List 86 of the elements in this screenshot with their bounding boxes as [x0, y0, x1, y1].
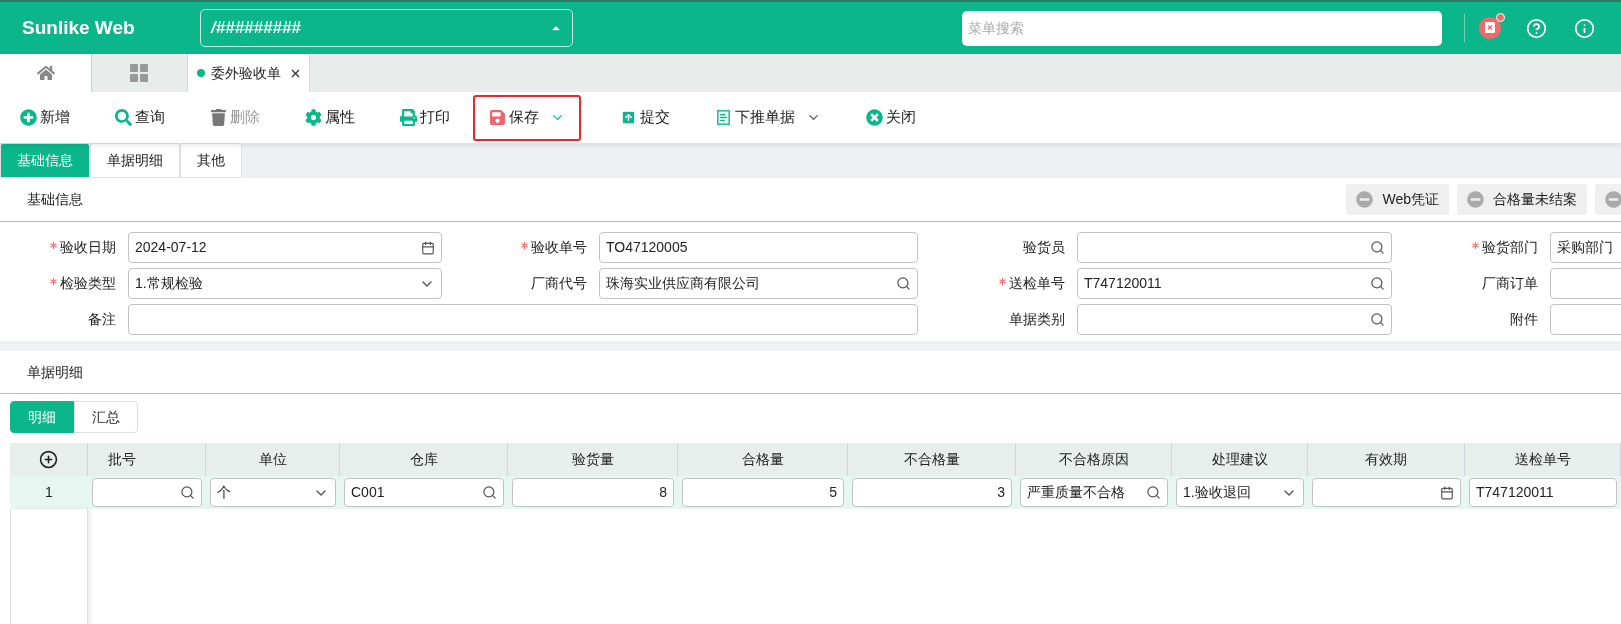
input-field[interactable]: 3	[852, 478, 1012, 507]
calendar-icon	[421, 240, 435, 255]
date-field[interactable]	[1312, 478, 1461, 507]
trash-icon	[210, 109, 227, 126]
column-header: 有效期	[1365, 450, 1407, 469]
toolbar-button[interactable]: 查询	[109, 94, 171, 141]
date-field[interactable]: 2024-07-12	[128, 232, 442, 263]
column-header: 单位	[258, 450, 287, 469]
document-tab[interactable]: 委外验收单	[187, 54, 310, 92]
status-button[interactable]: Web凭证	[1346, 184, 1449, 215]
input-field[interactable]: T747120011	[1077, 268, 1392, 299]
input-field[interactable]: 采购部门	[1550, 232, 1621, 263]
column-header: 批号	[108, 450, 136, 469]
field-label: 单据类别	[1009, 310, 1065, 329]
input-field[interactable]	[1077, 232, 1392, 263]
input-field[interactable]	[1077, 304, 1392, 335]
form-tab[interactable]: 其他	[180, 143, 242, 178]
toolbar-button[interactable]: 保存	[473, 94, 581, 141]
toolbar-button[interactable]: 新增	[14, 94, 76, 141]
toolbar-button[interactable]: 属性	[299, 94, 361, 141]
input-field[interactable]: 严重质量不合格	[1020, 478, 1168, 507]
input-field[interactable]: C001	[344, 478, 504, 507]
toolbar-button[interactable]: 下推单据	[709, 94, 827, 141]
close-icon	[866, 109, 883, 126]
input-field[interactable]: 珠海实业供应商有限公司	[599, 268, 918, 299]
column-header: 处理建议	[1211, 450, 1268, 469]
detail-tab[interactable]: 汇总	[74, 401, 138, 433]
calendar-icon	[1440, 485, 1454, 500]
section-title: 基础信息	[27, 190, 83, 209]
input-field[interactable]: 5	[682, 478, 844, 507]
document-icon	[715, 109, 732, 126]
add-row-icon[interactable]	[39, 450, 58, 469]
column-header: 仓库	[409, 450, 438, 469]
select-field[interactable]: 1.常规检验	[128, 268, 442, 299]
close-icon[interactable]	[291, 68, 300, 78]
tab-label: 委外验收单	[211, 63, 281, 83]
field-label: 备注	[88, 310, 116, 329]
section-title: 单据明细	[27, 362, 83, 382]
input-field[interactable]: 8	[512, 478, 674, 507]
field-label: 附件	[1510, 310, 1538, 329]
home-tab[interactable]	[0, 54, 92, 92]
toolbar-button[interactable]: 打印	[394, 94, 456, 141]
search-icon	[482, 485, 497, 500]
column-header: 验货量	[571, 450, 614, 469]
search-icon	[1370, 240, 1385, 255]
field-label: 检验类型	[60, 274, 116, 293]
toolbar-button[interactable]: 关闭	[860, 94, 922, 141]
menu-search-field[interactable]: 菜单搜索	[962, 10, 1442, 46]
search-icon	[1146, 485, 1161, 500]
column-header: 送检单号	[1514, 450, 1571, 469]
column-header: 不合格原因	[1058, 450, 1129, 469]
field-label: 送检单号	[1009, 274, 1065, 293]
grid-icon	[129, 64, 148, 82]
select-field[interactable]: 个	[210, 478, 336, 507]
input-field[interactable]	[92, 478, 202, 507]
toolbar-button[interactable]: 提交	[614, 94, 676, 141]
logo: Sunlike Web	[22, 15, 136, 40]
search-icon	[1370, 312, 1385, 327]
search-icon	[896, 276, 911, 291]
status-button[interactable]: 合格量未结案	[1457, 184, 1587, 215]
search-icon	[180, 485, 195, 500]
help-icon[interactable]	[1526, 17, 1547, 39]
alert-icon[interactable]	[1479, 17, 1501, 39]
field-label: 厂商订单	[1482, 274, 1538, 293]
field-label: 验收单号	[531, 238, 587, 257]
input-field[interactable]: T747120011	[1469, 478, 1617, 507]
field-label: 厂商代号	[531, 274, 587, 293]
select-field[interactable]: 1.验收退回	[1176, 478, 1304, 507]
printer-icon	[400, 109, 417, 126]
save-icon	[489, 109, 506, 126]
row-number: 1	[45, 483, 53, 502]
home-icon	[36, 64, 55, 82]
upload-icon	[620, 109, 637, 126]
field-label: 验货部门	[1482, 238, 1538, 257]
form-tab[interactable]: 单据明细	[90, 143, 180, 178]
info-icon[interactable]	[1574, 17, 1595, 39]
table-row[interactable]: 1 个 C001 8 5 3 严重质量不合格 1.验收退回 T747120011	[10, 476, 1621, 509]
column-header: 不合格量	[903, 450, 960, 469]
search-icon	[115, 109, 132, 126]
field-label: 验货员	[1023, 238, 1065, 257]
column-header: 合格量	[741, 450, 784, 469]
gear-icon	[305, 109, 322, 126]
field-label: 验收日期	[60, 238, 116, 257]
input-field[interactable]: TO47120005	[599, 232, 918, 263]
search-icon	[1370, 276, 1385, 291]
input-field[interactable]	[128, 304, 918, 335]
